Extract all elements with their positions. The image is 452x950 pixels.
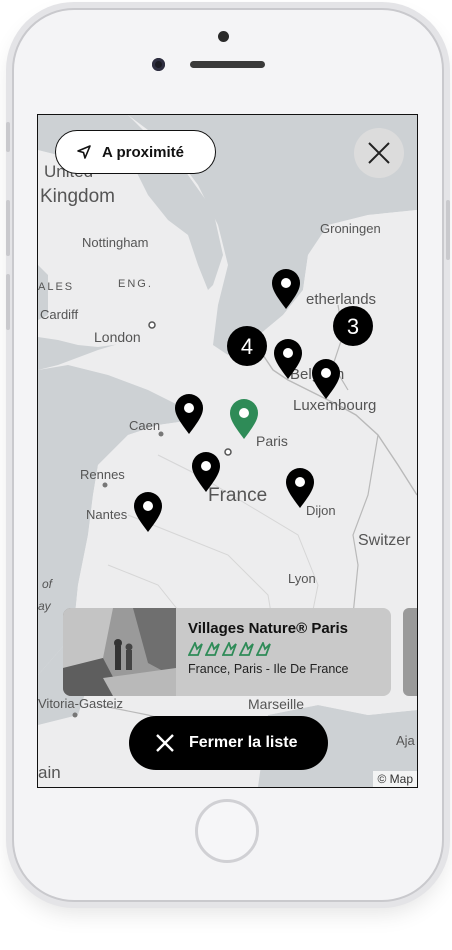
volume-up-button bbox=[6, 200, 10, 256]
cluster-count: 4 bbox=[241, 334, 253, 359]
map-attribution[interactable]: © Map bbox=[373, 771, 417, 787]
map-label-ajaccio: Aja bbox=[396, 733, 416, 748]
cluster-count: 3 bbox=[347, 314, 359, 339]
camera-dot bbox=[218, 31, 229, 42]
rating-leaf-icon bbox=[256, 642, 271, 656]
rating-leaf-icon bbox=[205, 642, 220, 656]
map-label-groningen: Groningen bbox=[320, 221, 381, 236]
map-label-netherlands: etherlands bbox=[306, 291, 376, 308]
map-label-spain: ain bbox=[38, 763, 61, 782]
map-label-marseille: Marseille bbox=[248, 696, 304, 712]
map-label-lyon: Lyon bbox=[288, 571, 316, 586]
map-label-kingdom: Kingdom bbox=[40, 186, 115, 207]
close-list-button[interactable]: Fermer la liste bbox=[129, 716, 328, 770]
map-label-biscay: ay bbox=[38, 599, 52, 613]
result-card-photo bbox=[63, 608, 176, 696]
map-label-bay-of: of bbox=[42, 577, 54, 591]
home-button[interactable] bbox=[195, 799, 259, 863]
app-screen: United Kingdom Nottingham ENG. ALES Card… bbox=[37, 114, 418, 788]
map-label-rennes: Rennes bbox=[80, 467, 125, 482]
front-camera bbox=[152, 58, 165, 71]
map-label-switzerland: Switzer bbox=[358, 532, 411, 549]
city-dot-london bbox=[148, 321, 156, 329]
map-label-eng: ENG. bbox=[118, 278, 153, 290]
rating-leaf-icon bbox=[222, 642, 237, 656]
map-label-dijon: Dijon bbox=[306, 503, 336, 518]
city-dot-rennes bbox=[102, 482, 108, 488]
nearby-button-label: A proximité bbox=[102, 143, 184, 161]
navigation-arrow-icon bbox=[77, 145, 91, 159]
map-label-paris: Paris bbox=[256, 433, 288, 449]
close-map-button[interactable] bbox=[354, 128, 404, 178]
map-label-luxembourg: Luxembourg bbox=[293, 397, 376, 414]
rating-stars bbox=[188, 642, 348, 656]
map-label-wales: ALES bbox=[38, 281, 74, 293]
map-cluster[interactable]: 4 bbox=[227, 326, 267, 366]
map-label-nantes: Nantes bbox=[86, 507, 128, 522]
map-label-london: London bbox=[94, 329, 141, 345]
map-label-cardiff: Cardiff bbox=[40, 307, 78, 322]
map-label-caen: Caen bbox=[129, 418, 160, 433]
rating-leaf-icon bbox=[188, 642, 203, 656]
volume-down-button bbox=[6, 274, 10, 330]
close-icon bbox=[156, 734, 174, 752]
nearby-button[interactable]: A proximité bbox=[55, 130, 216, 174]
speaker-grille bbox=[190, 61, 265, 68]
city-dot-vitoria bbox=[72, 712, 78, 718]
result-card-title: Villages Nature® Paris bbox=[188, 620, 349, 637]
side-button bbox=[6, 122, 10, 152]
power-button bbox=[446, 200, 450, 260]
next-card-peek[interactable] bbox=[403, 608, 417, 696]
city-dot-paris bbox=[224, 448, 232, 456]
close-icon bbox=[368, 142, 390, 164]
rating-leaf-icon bbox=[239, 642, 254, 656]
map-label-france: France bbox=[208, 485, 267, 506]
map-cluster[interactable]: 3 bbox=[333, 306, 373, 346]
result-card[interactable]: Villages Nature® Paris France, Paris - I… bbox=[63, 608, 391, 696]
result-card-location: France, Paris - Ile De France bbox=[188, 662, 349, 676]
close-list-button-label: Fermer la liste bbox=[189, 734, 298, 751]
map-label-vitoria: Vitoria-Gasteiz bbox=[38, 696, 123, 711]
map-label-nottingham: Nottingham bbox=[82, 235, 148, 250]
city-dot-caen bbox=[158, 431, 164, 437]
